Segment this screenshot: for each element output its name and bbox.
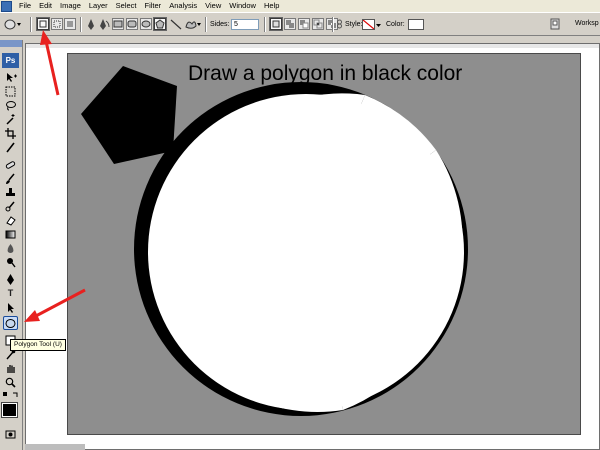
menu-bar: File Edit Image Layer Select Filter Anal… xyxy=(0,0,600,12)
fill-pixels-mode-icon[interactable] xyxy=(64,18,76,30)
canvas[interactable]: Draw a polygon in black color xyxy=(67,53,581,435)
lasso-tool-icon[interactable] xyxy=(3,99,18,111)
shape-layers-mode-icon[interactable] xyxy=(36,17,50,31)
sides-input[interactable]: 5 xyxy=(231,19,259,30)
link-layer-icon[interactable] xyxy=(336,18,344,31)
canvas-artwork xyxy=(81,66,468,416)
polygon-tool-icon[interactable] xyxy=(3,316,18,330)
path-selection-tool-icon[interactable] xyxy=(3,301,18,313)
menu-select[interactable]: Select xyxy=(112,0,141,12)
pen-tool-icon[interactable] xyxy=(86,18,96,31)
add-to-shape-area-icon[interactable] xyxy=(284,18,296,30)
zoom-tool-icon[interactable] xyxy=(3,376,18,388)
line-tool-icon[interactable] xyxy=(170,18,182,31)
ellipse-tool-icon[interactable] xyxy=(140,18,152,30)
menu-edit[interactable]: Edit xyxy=(35,0,56,12)
tool-preset-picker[interactable] xyxy=(4,18,22,31)
move-tool-icon[interactable] xyxy=(3,71,18,83)
polygon-tool-tooltip: Polygon Tool (U) xyxy=(10,339,66,351)
menu-help[interactable]: Help xyxy=(260,0,283,12)
black-pentagon-shape xyxy=(81,66,177,164)
style-label: Style: xyxy=(345,21,363,28)
toolbox-grip[interactable] xyxy=(0,40,22,47)
hand-tool-icon[interactable] xyxy=(3,362,18,374)
blur-tool-icon[interactable] xyxy=(3,242,18,254)
status-bar-strip xyxy=(25,444,85,450)
history-brush-tool-icon[interactable] xyxy=(3,200,18,212)
subtract-from-shape-area-icon[interactable] xyxy=(298,18,310,30)
palette-well-icon[interactable] xyxy=(550,18,560,31)
rectangle-tool-icon[interactable] xyxy=(112,18,124,30)
menu-file[interactable]: File xyxy=(15,0,35,12)
freeform-pen-tool-icon[interactable] xyxy=(98,18,110,31)
marquee-tool-icon[interactable] xyxy=(3,85,18,97)
instruction-text: Draw a polygon in black color xyxy=(188,62,463,85)
workspace-button[interactable]: Worksp xyxy=(575,18,599,30)
type-tool-icon[interactable]: T xyxy=(3,287,18,299)
options-bar: Sides: 5 Style: Color: Worksp xyxy=(0,12,600,36)
rounded-rectangle-tool-icon[interactable] xyxy=(126,18,138,30)
paths-mode-icon[interactable] xyxy=(51,18,63,30)
ps-badge[interactable]: Ps xyxy=(2,53,19,68)
sides-label: Sides: xyxy=(210,21,230,28)
slice-tool-icon[interactable] xyxy=(3,141,18,153)
dodge-tool-icon[interactable] xyxy=(3,256,18,268)
gradient-tool-icon[interactable] xyxy=(3,228,18,240)
brush-tool-icon[interactable] xyxy=(3,172,18,184)
menu-image[interactable]: Image xyxy=(56,0,85,12)
color-label: Color: xyxy=(386,21,405,28)
polygon-tool-option-icon[interactable] xyxy=(153,17,167,31)
create-new-shape-layer-icon[interactable] xyxy=(269,17,283,31)
menu-view[interactable]: View xyxy=(201,0,225,12)
clone-stamp-tool-icon[interactable] xyxy=(3,186,18,198)
color-swatch[interactable] xyxy=(408,19,424,30)
menu-analysis[interactable]: Analysis xyxy=(165,0,201,12)
style-picker-swatch[interactable] xyxy=(362,19,375,30)
document-title-strip[interactable] xyxy=(26,44,599,48)
custom-shape-tool-icon[interactable] xyxy=(184,18,202,31)
toolbox: Ps T xyxy=(0,40,23,450)
quick-mask-icon[interactable] xyxy=(3,428,18,440)
style-dropdown-icon[interactable] xyxy=(376,18,382,31)
healing-brush-tool-icon[interactable] xyxy=(3,158,18,170)
intersect-shape-areas-icon[interactable] xyxy=(312,18,324,30)
pen-tool-icon-toolbox[interactable] xyxy=(3,273,18,285)
white-circle-shape xyxy=(148,94,464,410)
menu-window[interactable]: Window xyxy=(225,0,260,12)
swap-colors-icon[interactable] xyxy=(2,391,20,403)
eraser-tool-icon[interactable] xyxy=(3,214,18,226)
document-window: Draw a polygon in black color xyxy=(25,43,600,450)
menu-filter[interactable]: Filter xyxy=(141,0,166,12)
menu-layer[interactable]: Layer xyxy=(85,0,112,12)
magic-wand-tool-icon[interactable] xyxy=(3,113,18,125)
crop-tool-icon[interactable] xyxy=(3,127,18,139)
foreground-color-swatch[interactable] xyxy=(1,402,18,418)
photoshop-logo-icon xyxy=(1,0,12,12)
